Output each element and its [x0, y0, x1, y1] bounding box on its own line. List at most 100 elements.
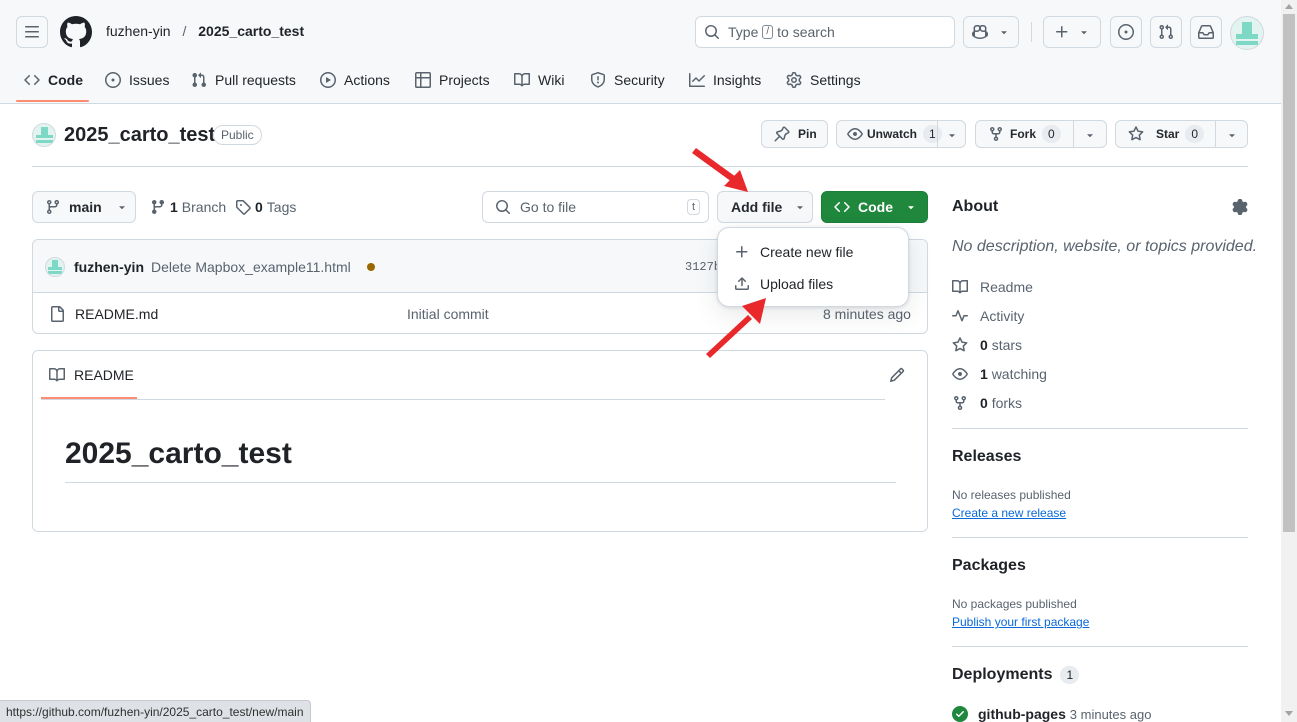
copilot-button[interactable]: [963, 16, 1019, 48]
about-activity-label: Activity: [980, 308, 1025, 324]
menu-item-create-new-file[interactable]: Create new file: [734, 240, 853, 264]
code-button[interactable]: Code: [821, 191, 928, 223]
code-icon: [834, 201, 850, 213]
owner-avatar[interactable]: [32, 123, 56, 147]
create-release-link[interactable]: Create a new release: [952, 506, 1066, 520]
eye-icon: [847, 128, 863, 140]
tab-issues[interactable]: Issues: [105, 66, 169, 94]
deployments-header[interactable]: Deployments 1: [952, 666, 1080, 684]
forks-label: forks: [991, 395, 1023, 411]
tab-security[interactable]: Security: [590, 66, 665, 94]
book-icon: [49, 367, 65, 382]
commit-author[interactable]: fuzhen-yin: [74, 259, 144, 275]
chevron-down-icon: [797, 206, 804, 210]
deployment-item[interactable]: github-pages 3 minutes ago: [952, 706, 1151, 722]
sidebar-divider: [952, 646, 1248, 647]
branch-icon: [151, 200, 164, 215]
about-readme-link[interactable]: Readme: [952, 277, 1033, 297]
search-placeholder-after: to search: [777, 24, 835, 40]
pull-requests-button[interactable]: [1150, 16, 1182, 48]
plus-icon: [736, 246, 748, 258]
scroll-down-arrow-icon[interactable]: [1285, 711, 1293, 716]
tags-link[interactable]: 0 Tags: [235, 199, 296, 215]
inbox-icon: [1198, 25, 1214, 39]
watch-button[interactable]: Unwatch 1: [836, 120, 966, 148]
chevron-down-icon[interactable]: [1084, 129, 1096, 141]
about-stars-link[interactable]: 0 stars: [952, 335, 1022, 355]
menu-button[interactable]: [16, 16, 48, 48]
play-icon: [320, 72, 336, 88]
avatar[interactable]: [1230, 16, 1264, 50]
fork-label: Fork: [1010, 127, 1037, 141]
readme-heading: 2025_carto_test: [65, 437, 292, 470]
about-readme-label: Readme: [980, 279, 1033, 295]
commit-message[interactable]: Delete Mapbox_example11.html: [151, 259, 351, 275]
commit-status-dot[interactable]: [367, 263, 375, 271]
chevron-down-icon: [1081, 31, 1087, 35]
button-divider: [937, 121, 938, 147]
packages-title[interactable]: Packages: [952, 557, 1026, 575]
fork-button[interactable]: Fork 0: [975, 120, 1107, 148]
branch-name: main: [69, 199, 102, 215]
tab-actions[interactable]: Actions: [320, 66, 390, 94]
repo-name[interactable]: 2025_carto_test: [64, 124, 215, 147]
commit-author-avatar[interactable]: [45, 257, 65, 277]
scrollbar-thumb[interactable]: [1283, 14, 1295, 532]
button-divider: [1073, 121, 1074, 147]
issues-button[interactable]: [1110, 16, 1142, 48]
create-new-button[interactable]: [1043, 16, 1101, 48]
tab-insights[interactable]: Insights: [689, 66, 761, 94]
breadcrumb-owner[interactable]: fuzhen-yin: [106, 23, 171, 39]
file-name[interactable]: README.md: [75, 306, 158, 322]
book-icon: [952, 279, 968, 294]
branch-select-button[interactable]: main: [32, 191, 136, 223]
chevron-down-icon[interactable]: [1226, 129, 1238, 141]
pencil-icon[interactable]: [889, 367, 905, 383]
deployment-name: github-pages: [978, 706, 1066, 722]
chevron-down-icon: [908, 206, 914, 210]
fork-count: 0: [1042, 125, 1061, 143]
about-watching-link[interactable]: 1 watching: [952, 364, 1047, 384]
star-button[interactable]: Star 0: [1115, 120, 1248, 148]
scrollbar-track[interactable]: [1281, 0, 1297, 722]
about-forks-link[interactable]: 0 forks: [952, 393, 1022, 413]
packages-empty-text: No packages published: [952, 597, 1077, 611]
breadcrumb-repo[interactable]: 2025_carto_test: [198, 23, 304, 39]
pin-icon: [774, 126, 790, 142]
annotation-arrow-icon: [706, 298, 766, 358]
gear-icon[interactable]: [1232, 199, 1248, 215]
search-shortcut-key: /: [762, 25, 774, 39]
watch-label: Unwatch: [867, 127, 918, 141]
file-commit-message[interactable]: Initial commit: [407, 306, 489, 322]
tab-settings[interactable]: Settings: [786, 66, 861, 94]
tab-pull-requests[interactable]: Pull requests: [191, 66, 296, 94]
commit-sha[interactable]: 3127b: [685, 260, 721, 274]
search-input[interactable]: Type / to search: [695, 16, 955, 48]
readme-tab[interactable]: README: [49, 367, 134, 383]
issue-icon: [105, 72, 121, 88]
tab-wiki[interactable]: Wiki: [514, 66, 564, 94]
publish-package-link[interactable]: Publish your first package: [952, 615, 1089, 629]
scroll-up-arrow-icon[interactable]: [1285, 4, 1293, 9]
tab-label: Settings: [810, 72, 861, 88]
chevron-down-icon[interactable]: [946, 129, 958, 141]
branches-link[interactable]: 1 Branch: [150, 199, 226, 215]
github-logo-icon[interactable]: [60, 16, 92, 48]
readme-divider: [41, 399, 885, 400]
tab-label: Actions: [344, 72, 390, 88]
search-placeholder-before: Type: [728, 24, 759, 40]
releases-title[interactable]: Releases: [952, 448, 1021, 466]
go-to-file-input[interactable]: Go to file t: [482, 191, 709, 223]
code-button-label: Code: [858, 199, 893, 215]
tab-code[interactable]: Code: [24, 66, 83, 94]
about-title: About: [952, 198, 999, 215]
shield-icon: [591, 72, 605, 88]
pull-request-icon: [1159, 24, 1174, 40]
search-icon: [496, 200, 511, 215]
inbox-button[interactable]: [1190, 16, 1222, 48]
pin-button[interactable]: Pin: [761, 120, 828, 148]
pull-request-icon: [192, 72, 207, 88]
tab-projects[interactable]: Projects: [415, 66, 490, 94]
file-icon: [51, 306, 64, 322]
about-activity-link[interactable]: Activity: [952, 306, 1024, 326]
